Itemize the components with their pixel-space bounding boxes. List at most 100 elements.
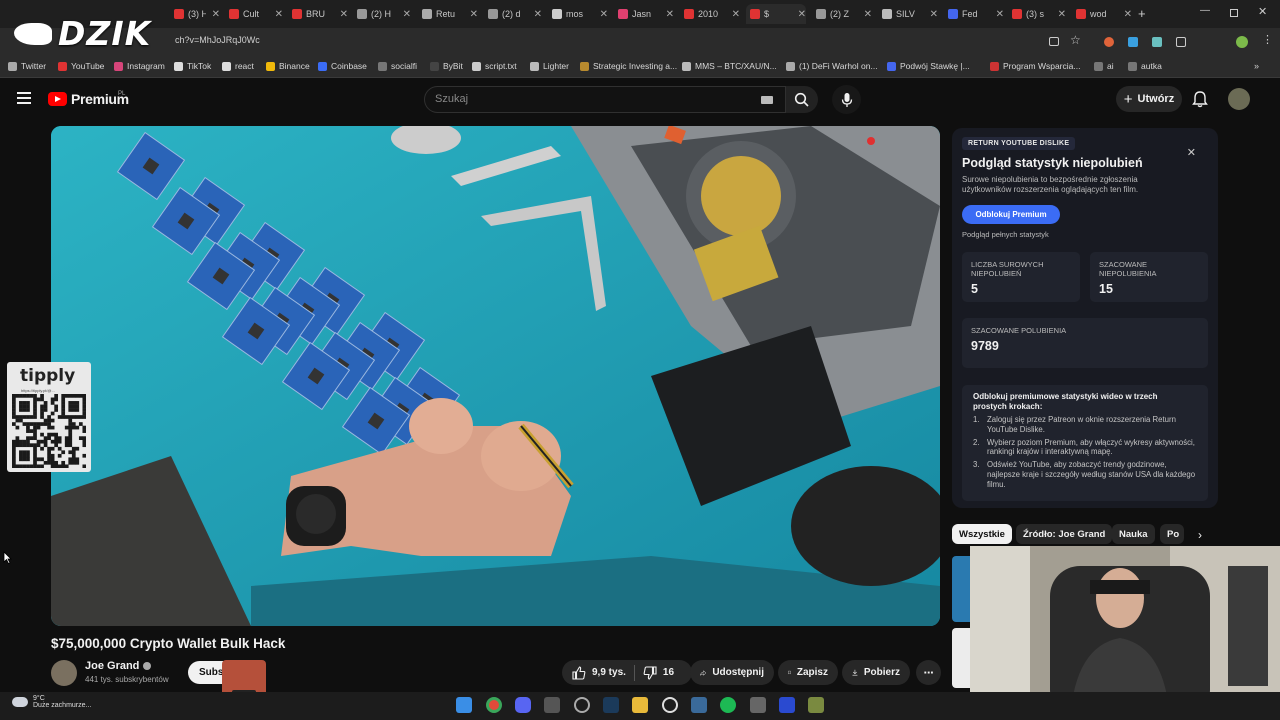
channel-name[interactable]: Joe Grand	[85, 660, 152, 672]
chip-all[interactable]: Wszystkie	[952, 524, 1012, 544]
chip-science[interactable]: Nauka	[1112, 524, 1155, 544]
app-icon[interactable]	[544, 697, 560, 713]
windows-start-icon[interactable]	[456, 697, 472, 713]
bookmark-item[interactable]: ai	[1094, 61, 1114, 71]
browser-tab[interactable]: mos ✕	[548, 4, 608, 24]
menu-dots-icon[interactable]: ⋮	[1262, 33, 1273, 46]
bookmark-item[interactable]: socialfi	[378, 61, 417, 71]
tab-close-icon[interactable]: ✕	[470, 9, 478, 20]
download-button[interactable]: Pobierz	[842, 660, 910, 685]
app-icon[interactable]	[691, 697, 707, 713]
tab-close-icon[interactable]: ✕	[1124, 9, 1132, 20]
address-bar[interactable]: ch?v=MhJoJRqJ0Wc ☆ ⋮	[0, 28, 1280, 56]
thumbs-down-icon[interactable]	[643, 665, 657, 680]
bookmark-star-icon[interactable]: ☆	[1070, 33, 1081, 47]
steam-icon[interactable]	[603, 697, 619, 713]
tab-close-icon[interactable]: ✕	[666, 9, 674, 20]
tab-close-icon[interactable]: ✕	[1058, 9, 1066, 20]
tab-close-icon[interactable]: ✕	[798, 9, 806, 20]
browser-tab[interactable]: (3) s ✕	[1008, 4, 1066, 24]
share-button[interactable]: Udostępnij	[690, 660, 774, 685]
extension-icon[interactable]	[1152, 37, 1162, 47]
account-avatar[interactable]	[1228, 88, 1250, 110]
extension-icon[interactable]	[1128, 37, 1138, 47]
browser-tab[interactable]: SILV ✕	[878, 4, 938, 24]
full-stats-link[interactable]: Podgląd pełnych statystyk	[962, 230, 1049, 239]
browser-tab[interactable]: Cult ✕	[225, 4, 283, 24]
tab-close-icon[interactable]: ✕	[996, 9, 1004, 20]
browser-tab[interactable]: wod ✕	[1072, 4, 1132, 24]
close-icon[interactable]: ✕	[1187, 146, 1196, 159]
app-icon[interactable]	[662, 697, 678, 713]
extensions-puzzle-icon[interactable]	[1176, 37, 1186, 47]
unlock-premium-button[interactable]: Odblokuj Premium	[962, 205, 1060, 224]
browser-tab[interactable]: BRU ✕	[288, 4, 348, 24]
menu-hamburger-icon[interactable]	[17, 92, 31, 104]
tab-close-icon[interactable]: ✕	[403, 9, 411, 20]
app-icon[interactable]	[574, 697, 590, 713]
bookmark-item[interactable]: (1) DeFi Warhol on...	[786, 61, 878, 71]
discord-icon[interactable]	[515, 697, 531, 713]
channel-avatar[interactable]	[51, 660, 77, 686]
like-count[interactable]: 9,9 tys.	[592, 667, 626, 678]
browser-tab[interactable]: Retu ✕	[418, 4, 478, 24]
browser-tab[interactable]: (2) d ✕	[484, 4, 542, 24]
app-icon[interactable]	[808, 697, 824, 713]
bookmark-item[interactable]: Binance	[266, 61, 310, 71]
tab-close-icon[interactable]: ✕	[930, 9, 938, 20]
chrome-icon[interactable]	[486, 697, 502, 713]
browser-tab[interactable]: (2) H ✕	[353, 4, 411, 24]
bookmark-item[interactable]: ByBit	[430, 61, 463, 71]
browser-tab[interactable]: 2010 ✕	[680, 4, 740, 24]
bookmark-item[interactable]: Instagram	[114, 61, 165, 71]
bookmark-item[interactable]: MMS – BTC/XAU/N...	[682, 61, 777, 71]
more-actions-button[interactable]: ···	[916, 660, 941, 685]
extension-icon[interactable]	[1104, 37, 1114, 47]
install-app-icon[interactable]	[1049, 37, 1059, 46]
spotify-icon[interactable]	[720, 697, 736, 713]
dislike-count[interactable]: 16	[663, 667, 674, 678]
tab-close-icon[interactable]: ✕	[340, 9, 348, 20]
tab-close-icon[interactable]: ✕	[600, 9, 608, 20]
video-player[interactable]	[51, 126, 940, 626]
bookmark-item[interactable]: Lighter	[530, 61, 569, 71]
new-tab-button[interactable]: +	[1138, 6, 1146, 21]
restore-icon[interactable]	[1230, 9, 1238, 17]
url-text[interactable]: ch?v=MhJoJRqJ0Wc	[175, 35, 260, 45]
bookmark-item[interactable]: autka	[1128, 61, 1162, 71]
recommended-thumbnail[interactable]	[952, 628, 970, 688]
chevron-right-icon[interactable]: ›	[1198, 528, 1202, 542]
bookmark-item[interactable]: Strategic Investing a...	[580, 61, 677, 71]
tab-close-icon[interactable]: ✕	[212, 9, 220, 20]
bookmark-item[interactable]: Program Wsparcia...	[990, 61, 1080, 71]
bookmark-item[interactable]: Coinbase	[318, 61, 367, 71]
chip-more[interactable]: Po	[1160, 524, 1184, 544]
keyboard-icon[interactable]	[761, 96, 773, 104]
app-icon[interactable]	[750, 697, 766, 713]
bookmark-item[interactable]: Podwój Stawkę |...	[887, 61, 970, 71]
tab-close-icon[interactable]: ✕	[864, 9, 872, 20]
bookmark-item[interactable]: react	[222, 61, 254, 71]
browser-tab[interactable]: Jasn ✕	[614, 4, 674, 24]
voice-search-button[interactable]	[832, 85, 861, 114]
bookmark-item[interactable]: Twitter	[8, 61, 46, 71]
browser-tab[interactable]: (3) H ✕	[170, 4, 220, 24]
thumbs-up-icon[interactable]	[572, 665, 586, 680]
minimize-icon[interactable]: —	[1200, 5, 1210, 16]
save-button[interactable]: Zapisz	[778, 660, 838, 685]
bookmark-item[interactable]: TikTok	[174, 61, 211, 71]
search-input[interactable]: Szukaj	[424, 86, 786, 113]
tab-close-icon[interactable]: ✕	[275, 9, 283, 20]
browser-tab[interactable]: Fed ✕	[944, 4, 1004, 24]
close-window-icon[interactable]: ✕	[1258, 5, 1267, 18]
chip-source-channel[interactable]: Źródło: Joe Grand	[1016, 524, 1113, 544]
tab-close-icon[interactable]: ✕	[534, 9, 542, 20]
recommended-thumbnail[interactable]	[952, 556, 970, 622]
youtube-premium-logo[interactable]: Premium	[48, 91, 129, 107]
tab-close-icon[interactable]: ✕	[732, 9, 740, 20]
browser-tab[interactable]: (2) Z ✕	[812, 4, 872, 24]
browser-tab[interactable]: $ ✕	[746, 4, 806, 24]
search-button[interactable]	[786, 86, 818, 113]
file-explorer-icon[interactable]	[632, 697, 648, 713]
weather-widget[interactable]: 9°C Duże zachmurze...	[12, 695, 91, 709]
